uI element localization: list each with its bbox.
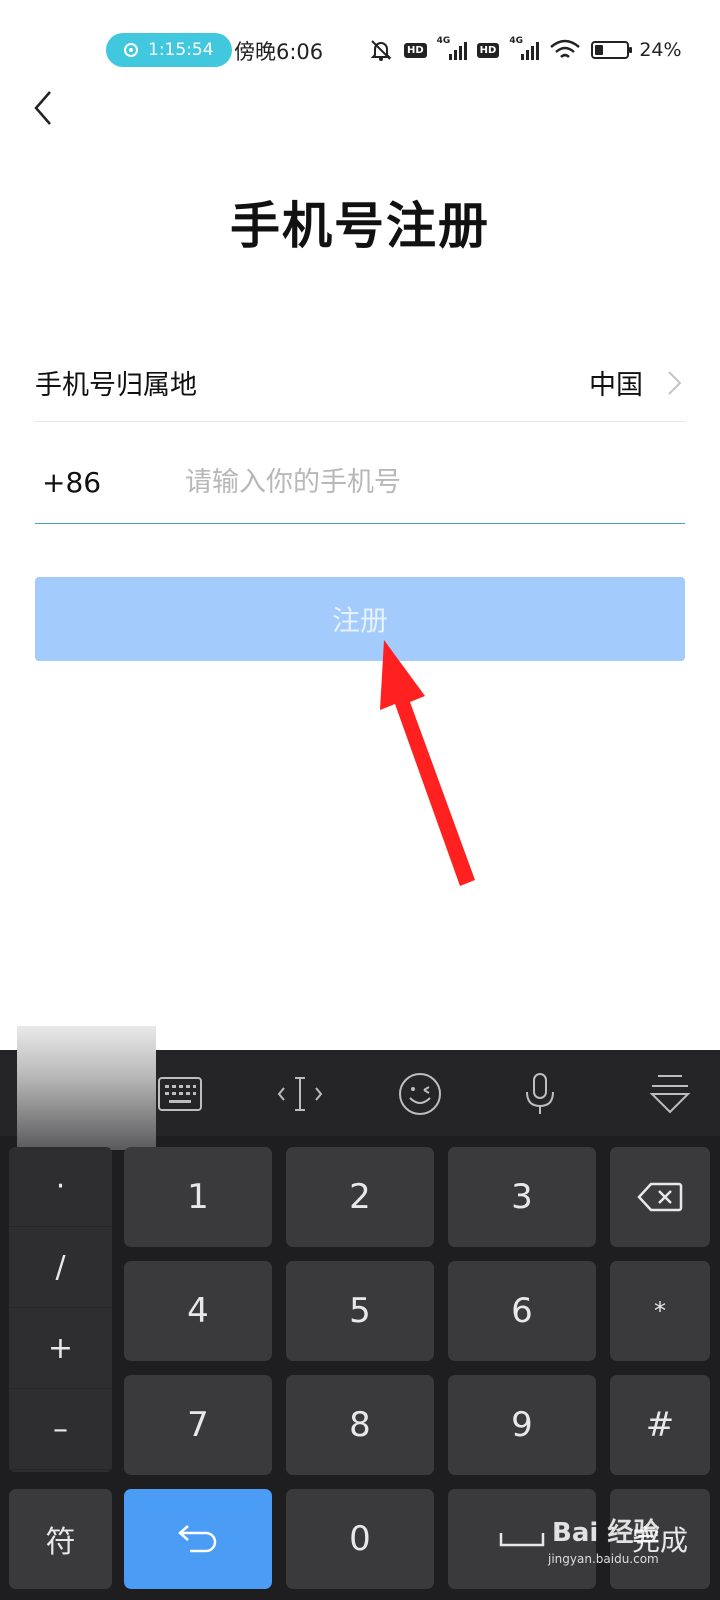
mute-icon xyxy=(370,40,392,61)
emoji-icon[interactable] xyxy=(396,1070,444,1118)
space-icon xyxy=(499,1533,545,1547)
key-5[interactable]: 5 xyxy=(286,1261,434,1361)
status-bar: 1:15:54 傍晚6:06 HD 4G HD 4G 24% xyxy=(0,0,720,100)
return-icon xyxy=(178,1525,217,1553)
screen-recording-indicator[interactable]: 1:15:54 xyxy=(106,33,232,67)
key-8[interactable]: 8 xyxy=(286,1375,434,1475)
region-label: 手机号归属地 xyxy=(35,370,197,401)
register-button[interactable]: 注册 xyxy=(35,577,685,661)
symbol-key-dot[interactable]: · xyxy=(9,1147,112,1227)
page-title: 手机号注册 xyxy=(230,197,490,255)
blurred-region xyxy=(17,1026,156,1150)
battery-percent: 24% xyxy=(639,39,682,61)
hd-icon: HD xyxy=(476,42,500,58)
keyboard-icon[interactable] xyxy=(156,1070,204,1118)
country-code[interactable]: +86 xyxy=(35,466,185,499)
key-9[interactable]: 9 xyxy=(448,1375,596,1475)
backspace-icon xyxy=(637,1182,683,1212)
watermark-logo: Bai 经验 xyxy=(552,1518,660,1548)
phone-input[interactable] xyxy=(185,467,685,498)
microphone-icon[interactable] xyxy=(516,1070,564,1118)
watermark-url: jingyan.baidu.com xyxy=(548,1552,659,1566)
status-time: 傍晚6:06 xyxy=(234,40,324,64)
backspace-key[interactable] xyxy=(610,1147,710,1247)
back-icon[interactable] xyxy=(26,86,66,130)
phone-row: +86 xyxy=(35,442,685,524)
hd-icon: HD xyxy=(404,42,427,58)
signal-icon: 4G xyxy=(437,36,467,60)
return-key[interactable] xyxy=(124,1489,272,1589)
chevron-right-icon xyxy=(668,370,682,395)
signal-icon: 4G xyxy=(509,36,540,60)
battery-icon xyxy=(591,41,633,59)
region-value: 中国 xyxy=(589,370,643,401)
key-star[interactable]: * xyxy=(610,1261,710,1361)
region-selector[interactable]: 手机号归属地 中国 xyxy=(35,344,685,422)
key-4[interactable]: 4 xyxy=(124,1261,272,1361)
key-hash[interactable]: # xyxy=(610,1375,710,1475)
symbol-key-slash[interactable]: / xyxy=(9,1228,112,1308)
status-icons: HD 4G HD 4G 24% xyxy=(368,36,682,64)
key-3[interactable]: 3 xyxy=(448,1147,596,1247)
cursor-icon[interactable] xyxy=(276,1070,324,1118)
symbol-column: · / + – xyxy=(9,1147,112,1472)
symbol-key-plus[interactable]: + xyxy=(9,1309,112,1389)
key-0[interactable]: 0 xyxy=(286,1489,434,1589)
key-1[interactable]: 1 xyxy=(124,1147,272,1247)
key-2[interactable]: 2 xyxy=(286,1147,434,1247)
key-7[interactable]: 7 xyxy=(124,1375,272,1475)
record-icon xyxy=(124,43,138,57)
key-6[interactable]: 6 xyxy=(448,1261,596,1361)
annotation-arrow xyxy=(380,640,475,886)
symbol-key-minus[interactable]: – xyxy=(9,1390,112,1470)
wifi-icon xyxy=(550,39,581,58)
hide-keyboard-icon[interactable] xyxy=(646,1070,694,1118)
recording-time: 1:15:54 xyxy=(148,40,214,60)
symbols-key[interactable]: 符 xyxy=(9,1489,112,1589)
